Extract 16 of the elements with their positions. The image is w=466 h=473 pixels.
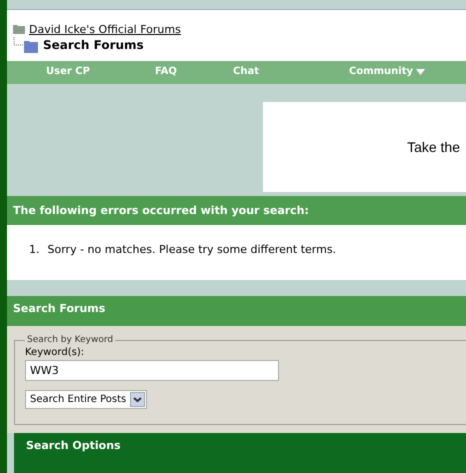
keyword-field[interactable]: WW3 [25, 360, 279, 381]
folder-icon [13, 37, 39, 53]
breadcrumb-link[interactable]: David Icke's Official Forums [29, 22, 181, 36]
fieldset-legend: Search by Keyword [25, 335, 116, 345]
list-number: 1. [29, 243, 40, 256]
dropdown-icon [130, 392, 146, 407]
dropdown-icon [416, 68, 426, 74]
field-label: Keyword(s): [25, 347, 86, 358]
section-header: Search Forums [7, 296, 466, 326]
error-message: Sorry - no matches. Please try some different terms. [48, 243, 336, 256]
search-mode-dropdown[interactable]: Search Entire Posts [25, 390, 148, 409]
error-header: The following errors occurred with your search: [7, 196, 466, 225]
banner-ad[interactable]: Take the [263, 102, 466, 192]
page-title: Search Forums [43, 38, 144, 52]
folder-icon [13, 24, 25, 34]
section-header: Search Options [14, 433, 466, 473]
